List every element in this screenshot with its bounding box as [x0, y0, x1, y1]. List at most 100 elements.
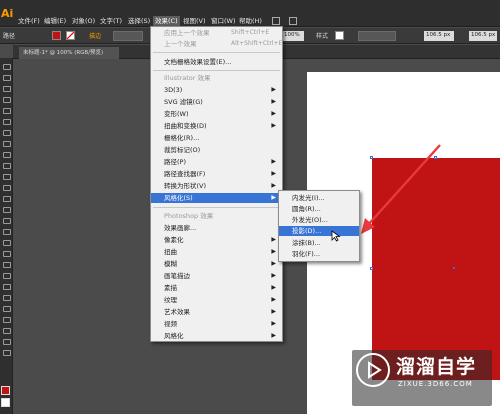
outer-glow-item[interactable]: 外发光(O)...	[279, 215, 359, 225]
eraser-tool-icon[interactable]	[3, 174, 11, 180]
menu-object[interactable]: 对象(O)	[70, 16, 97, 26]
drop-shadow-item[interactable]: 投影(D)...	[279, 226, 359, 236]
ps-effect-gallery-item[interactable]: 效果画廊...	[151, 223, 282, 233]
direct-selection-tool-icon[interactable]	[3, 75, 11, 81]
selection-tool-icon[interactable]	[3, 64, 11, 70]
ps-blur-item[interactable]: 模糊 ▶	[151, 259, 282, 269]
rectangle-tool-icon[interactable]	[3, 130, 11, 136]
effect-3d-item[interactable]: 3D(3) ▶	[151, 85, 282, 95]
inner-glow-item[interactable]: 内发光(I)...	[279, 193, 359, 203]
menu-item-label: 像素化	[164, 236, 184, 244]
zoom-tool-icon[interactable]	[3, 350, 11, 356]
menu-item-label: 变形(W)	[164, 110, 189, 118]
submenu-arrow-icon: ▶	[271, 158, 276, 165]
illustrator-effects-header: Illustrator 效果	[164, 74, 211, 82]
effect-distort-transform-item[interactable]: 扭曲和变换(D) ▶	[151, 121, 282, 131]
effect-pathfinder-item[interactable]: 路径查找器(F) ▶	[151, 169, 282, 179]
watermark: 溜溜自学 ZIXUE.3D66.COM	[352, 350, 492, 406]
menu-type[interactable]: 文字(T)	[98, 16, 124, 26]
mesh-tool-icon[interactable]	[3, 251, 11, 257]
menu-item-label: 风格化(S)	[164, 194, 193, 202]
align-controls[interactable]	[358, 31, 396, 41]
menu-window[interactable]: 窗口(W)	[209, 16, 238, 26]
symbol-sprayer-tool-icon[interactable]	[3, 295, 11, 301]
menu-file[interactable]: 文件(F)	[16, 16, 42, 26]
submenu-arrow-icon: ▶	[271, 122, 276, 129]
effect-rasterize-item[interactable]: 栅格化(R)...	[151, 133, 282, 143]
opacity-field[interactable]: 100%	[282, 31, 304, 41]
menu-item-label: 裁剪标记(O)	[164, 146, 201, 154]
width-tool-icon[interactable]	[3, 207, 11, 213]
rotate-tool-icon[interactable]	[3, 185, 11, 191]
menu-divider	[153, 207, 280, 208]
ps-sketch-item[interactable]: 素描 ▶	[151, 283, 282, 293]
type-tool-icon[interactable]	[3, 108, 11, 114]
gradient-tool-icon[interactable]	[3, 262, 11, 268]
stroke-swatch[interactable]	[66, 31, 75, 40]
stroke-weight-field[interactable]	[113, 31, 143, 41]
blend-tool-icon[interactable]	[3, 284, 11, 290]
submenu-arrow-icon: ▶	[271, 308, 276, 315]
fill-swatch[interactable]	[52, 31, 61, 40]
feather-item[interactable]: 羽化(F)...	[279, 249, 359, 259]
pencil-tool-icon[interactable]	[3, 152, 11, 158]
last-effect-label: 上一个效果	[164, 40, 197, 48]
bridge-icon[interactable]	[272, 17, 280, 25]
menu-item-label: 素描	[164, 284, 177, 292]
artboard-tool-icon[interactable]	[3, 317, 11, 323]
menu-view[interactable]: 视图(V)	[181, 16, 208, 26]
free-transform-tool-icon[interactable]	[3, 218, 11, 224]
effect-crop-marks-item[interactable]: 裁剪标记(O)	[151, 145, 282, 155]
fill-color-icon[interactable]	[1, 386, 10, 395]
column-graph-tool-icon[interactable]	[3, 306, 11, 312]
selection-handle[interactable]	[370, 267, 373, 270]
effect-stylize-item[interactable]: 风格化(S) ▶	[151, 193, 282, 203]
ps-stylize-item[interactable]: 风格化 ▶	[151, 331, 282, 341]
hand-tool-icon[interactable]	[3, 339, 11, 345]
apply-last-effect-item[interactable]: 应用上一个效果 Shift+Ctrl+E	[151, 28, 282, 38]
arrange-documents-icon[interactable]	[289, 17, 297, 25]
menu-select[interactable]: 选择(S)	[126, 16, 152, 26]
style-swatch[interactable]	[335, 31, 344, 40]
line-tool-icon[interactable]	[3, 119, 11, 125]
apply-last-effect-label: 应用上一个效果	[164, 29, 210, 37]
stroke-color-icon[interactable]	[1, 398, 10, 407]
menu-edit[interactable]: 编辑(E)	[42, 16, 68, 26]
ps-video-item[interactable]: 视频 ▶	[151, 319, 282, 329]
effect-convert-to-shape-item[interactable]: 转换为形状(V) ▶	[151, 181, 282, 191]
submenu-arrow-icon: ▶	[271, 248, 276, 255]
menu-divider	[153, 52, 280, 53]
document-tab[interactable]: 未标题-1* @ 100% (RGB/预览)	[19, 47, 119, 59]
perspective-grid-tool-icon[interactable]	[3, 240, 11, 246]
eyedropper-tool-icon[interactable]	[3, 273, 11, 279]
menu-bar: Ai 文件(F) 编辑(E) 对象(O) 文字(T) 选择(S) 效果(C) 视…	[0, 0, 500, 27]
effect-warp-item[interactable]: 变形(W) ▶	[151, 109, 282, 119]
round-corners-item[interactable]: 圆角(R)...	[279, 204, 359, 214]
last-effect-item[interactable]: 上一个效果 Alt+Shift+Ctrl+E	[151, 39, 282, 49]
ps-texture-item[interactable]: 纹理 ▶	[151, 295, 282, 305]
pen-tool-icon[interactable]	[3, 97, 11, 103]
shape-builder-tool-icon[interactable]	[3, 229, 11, 235]
ps-brush-strokes-item[interactable]: 画笔描边 ▶	[151, 271, 282, 281]
effect-path-item[interactable]: 路径(P) ▶	[151, 157, 282, 167]
style-label: 样式	[316, 33, 329, 40]
app-logo: Ai	[1, 7, 14, 20]
scale-tool-icon[interactable]	[3, 196, 11, 202]
ps-artistic-item[interactable]: 艺术效果 ▶	[151, 307, 282, 317]
height-field[interactable]: 106.5 px	[469, 31, 497, 41]
menu-item-label: 风格化	[164, 332, 184, 340]
slice-tool-icon[interactable]	[3, 328, 11, 334]
width-field[interactable]: 106.5 px	[424, 31, 454, 41]
blob-brush-tool-icon[interactable]	[3, 163, 11, 169]
menu-help[interactable]: 帮助(H)	[237, 16, 264, 26]
magic-wand-tool-icon[interactable]	[3, 86, 11, 92]
raster-effects-settings-item[interactable]: 文档栅格效果设置(E)...	[151, 57, 282, 67]
menu-effect[interactable]: 效果(C)	[153, 16, 180, 26]
scribble-item[interactable]: 涂抹(B)...	[279, 238, 359, 248]
ps-distort-item[interactable]: 扭曲 ▶	[151, 247, 282, 257]
ps-pixelate-item[interactable]: 像素化 ▶	[151, 235, 282, 245]
effect-svg-filters-item[interactable]: SVG 滤镜(G) ▶	[151, 97, 282, 107]
menu-item-label: 画笔描边	[164, 272, 190, 280]
stroke-label[interactable]: 描边	[89, 31, 101, 40]
paintbrush-tool-icon[interactable]	[3, 141, 11, 147]
